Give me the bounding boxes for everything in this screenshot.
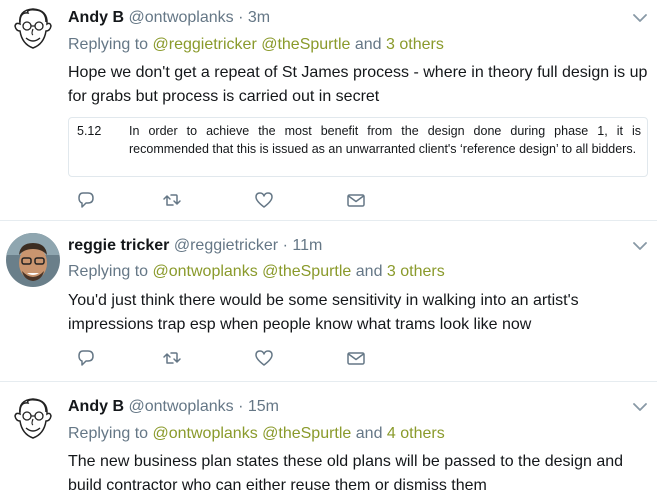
separator-dot: · [238, 398, 244, 415]
timestamp[interactable]: 3m [248, 9, 270, 26]
tweet-text: Hope we don't get a repeat of St James p… [68, 64, 648, 105]
replying-and-label: and [354, 36, 382, 53]
tweet-text: You'd just think there would be some sen… [68, 292, 579, 333]
reply-handles-link[interactable]: @reggietricker @theSpurtle [153, 36, 351, 53]
tweet-divider [0, 381, 657, 382]
section-number: 5.12 [77, 124, 102, 138]
replying-to: Replying to @reggietricker @theSpurtle a… [68, 35, 444, 55]
chevron-down-icon[interactable] [632, 401, 648, 413]
cartoon-face-icon [6, 4, 60, 58]
cartoon-face-icon [6, 394, 60, 448]
tweet-header: reggie tricker @reggietricker · 11m [68, 236, 322, 256]
replying-to-label: Replying to [68, 36, 149, 53]
direct-message-icon[interactable] [346, 190, 366, 210]
avatar[interactable] [6, 233, 60, 287]
like-icon[interactable] [254, 348, 274, 368]
replying-to-label: Replying to [68, 263, 149, 280]
like-icon[interactable] [254, 190, 274, 210]
tweet-divider [0, 220, 657, 221]
replying-and-label: and [355, 263, 383, 280]
section-text: In order to achieve the most benefit fro… [129, 124, 641, 156]
timestamp[interactable]: 11m [292, 237, 322, 254]
tweet-actions [76, 190, 376, 210]
reply-others-link[interactable]: 3 others [387, 263, 445, 280]
user-handle[interactable]: @ontwoplanks [128, 398, 233, 415]
replying-to: Replying to @ontwoplanks @theSpurtle and… [68, 424, 445, 444]
user-handle[interactable]: @ontwoplanks [128, 9, 233, 26]
reply-handles-link[interactable]: @ontwoplanks @theSpurtle [153, 425, 352, 442]
user-name[interactable]: Andy B [68, 398, 124, 415]
avatar[interactable] [6, 394, 60, 448]
reply-icon[interactable] [76, 190, 96, 210]
timestamp[interactable]: 15m [248, 398, 279, 415]
chevron-down-icon[interactable] [632, 240, 648, 252]
user-name[interactable]: reggie tricker [68, 237, 169, 254]
tweet-header: Andy B @ontwoplanks · 3m [68, 8, 270, 28]
replying-to: Replying to @ontwoplanks @theSpurtle and… [68, 262, 445, 282]
user-name[interactable]: Andy B [68, 9, 124, 26]
user-handle[interactable]: @reggietricker [174, 237, 278, 254]
reply-others-link[interactable]: 4 others [387, 425, 445, 442]
tweet-text: The new business plan states these old p… [68, 453, 624, 494]
retweet-icon[interactable] [162, 190, 182, 210]
separator-dot: · [238, 9, 244, 26]
reply-others-link[interactable]: 3 others [386, 36, 444, 53]
replying-and-label: and [355, 425, 383, 442]
reply-icon[interactable] [76, 348, 96, 368]
tweet-actions [76, 348, 376, 368]
attached-document-image[interactable]: 5.12 In order to achieve the most benefi… [68, 117, 648, 177]
retweet-icon[interactable] [162, 348, 182, 368]
separator-dot: · [282, 237, 288, 254]
tweet-header: Andy B @ontwoplanks · 15m [68, 397, 279, 417]
reply-handles-link[interactable]: @ontwoplanks @theSpurtle [153, 263, 352, 280]
replying-to-label: Replying to [68, 425, 149, 442]
direct-message-icon[interactable] [346, 348, 366, 368]
chevron-down-icon[interactable] [632, 12, 648, 24]
photo-avatar-icon [6, 233, 60, 287]
avatar[interactable] [6, 4, 60, 58]
